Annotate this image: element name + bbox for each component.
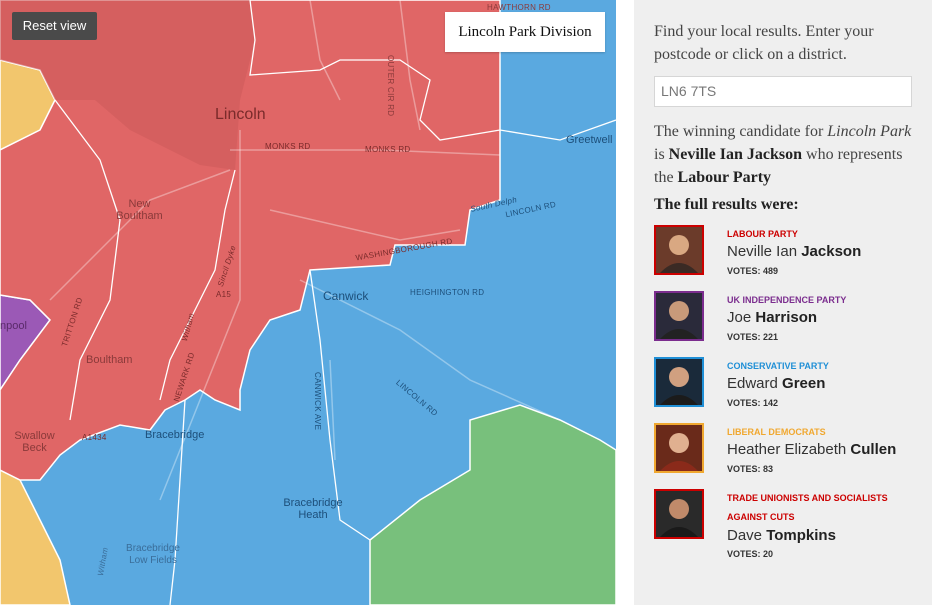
party-name: CONSERVATIVE PARTY [727,361,829,371]
candidate-first-name: Neville Ian [727,243,802,260]
winner-prefix: The winning candidate for [654,123,828,140]
candidate-photo-icon [654,357,704,407]
place-label-bracebridge-heath: Bracebridge Heath [283,497,343,521]
place-label-lincoln: Lincoln [215,106,266,123]
result-item: LIBERAL DEMOCRATS Heather Elizabeth Culle… [654,423,924,479]
postcode-input[interactable] [654,76,912,107]
road-label: OUTER CIR RD [386,55,395,117]
road-label: MONKS RD [365,145,411,154]
candidate-votes: VOTES: 83 [727,464,774,474]
reset-view-button[interactable]: Reset view [12,12,97,40]
candidate-first-name: Dave [727,527,767,544]
candidate-first-name: Joe [727,309,756,326]
party-name: LIBERAL DEMOCRATS [727,427,826,437]
place-label-swallow-beck: Swallow Beck [14,430,55,454]
candidate-first-name: Edward [727,375,783,392]
winner-party: Labour Party [677,169,772,186]
candidate-votes: VOTES: 221 [727,332,779,342]
candidate-last-name: Cullen [850,441,897,458]
candidate-votes: VOTES: 20 [727,549,774,559]
place-label-canwick: Canwick [323,289,369,303]
candidate-name: Dave Tompkins [727,527,836,544]
party-name: TRADE UNIONISTS AND SOCIALISTS AGAINST C… [727,493,888,522]
place-label-greetwell: Greetwell [566,134,613,146]
candidate-photo-icon [654,489,704,539]
place-label-boultham: Boultham [86,354,133,366]
road-label: MONKS RD [265,142,311,151]
party-name: UK INDEPENDENCE PARTY [727,295,847,305]
winner-division: Lincoln Park [827,123,912,140]
road-label: HEIGHINGTON RD [410,288,485,297]
candidate-photo-icon [654,423,704,473]
candidate-name: Heather Elizabeth Cullen [727,441,896,458]
result-item: LABOUR PARTY Neville Ian Jackson VOTES: 48… [654,225,924,281]
road-label: CANWICK AVE [313,372,322,431]
selected-division-label: Lincoln Park Division [445,12,605,52]
candidate-photo-icon [654,291,704,341]
candidate-name: Neville Ian Jackson [727,243,861,260]
road-label: A15 [216,290,232,299]
candidate-first-name: Heather Elizabeth [727,441,851,458]
winner-name: Neville Ian Jackson [668,146,803,163]
full-results-title: The full results were: [654,196,799,213]
party-name: LABOUR PARTY [727,229,798,239]
candidate-votes: VOTES: 489 [727,266,779,276]
result-item: TRADE UNIONISTS AND SOCIALISTS AGAINST C… [654,489,924,559]
place-label-npool: npool [0,320,27,332]
candidate-last-name: Green [782,375,826,392]
candidate-last-name: Tompkins [766,527,836,544]
candidate-photo-icon [654,225,704,275]
winner-is: is [654,146,669,163]
candidate-name: Edward Green [727,375,825,392]
road-label: A1434 [82,433,107,442]
candidate-name: Joe Harrison [727,309,817,326]
winner-summary: The winning candidate for Lincoln Park i… [654,120,922,189]
candidate-last-name: Jackson [801,243,862,260]
result-item: CONSERVATIVE PARTY Edward Green VOTES: 142 [654,357,924,413]
place-label-new-boultham: New Boultham [116,198,163,222]
road-label: HAWTHORN RD [487,3,551,12]
results-map[interactable]: Lincoln New Boultham Canwick Boultham Br… [0,0,616,605]
intro-text: Find your local results. Enter your post… [654,23,874,63]
candidate-votes: VOTES: 142 [727,398,779,408]
candidate-last-name: Harrison [755,309,818,326]
results-panel: Find your local results. Enter your post… [634,0,932,605]
place-label-bracebridge-low-fields: Bracebridge Low Fields [126,543,180,566]
place-label-bracebridge: Bracebridge [145,429,205,441]
result-item: UK INDEPENDENCE PARTY Joe Harrison VOTES: … [654,291,924,347]
